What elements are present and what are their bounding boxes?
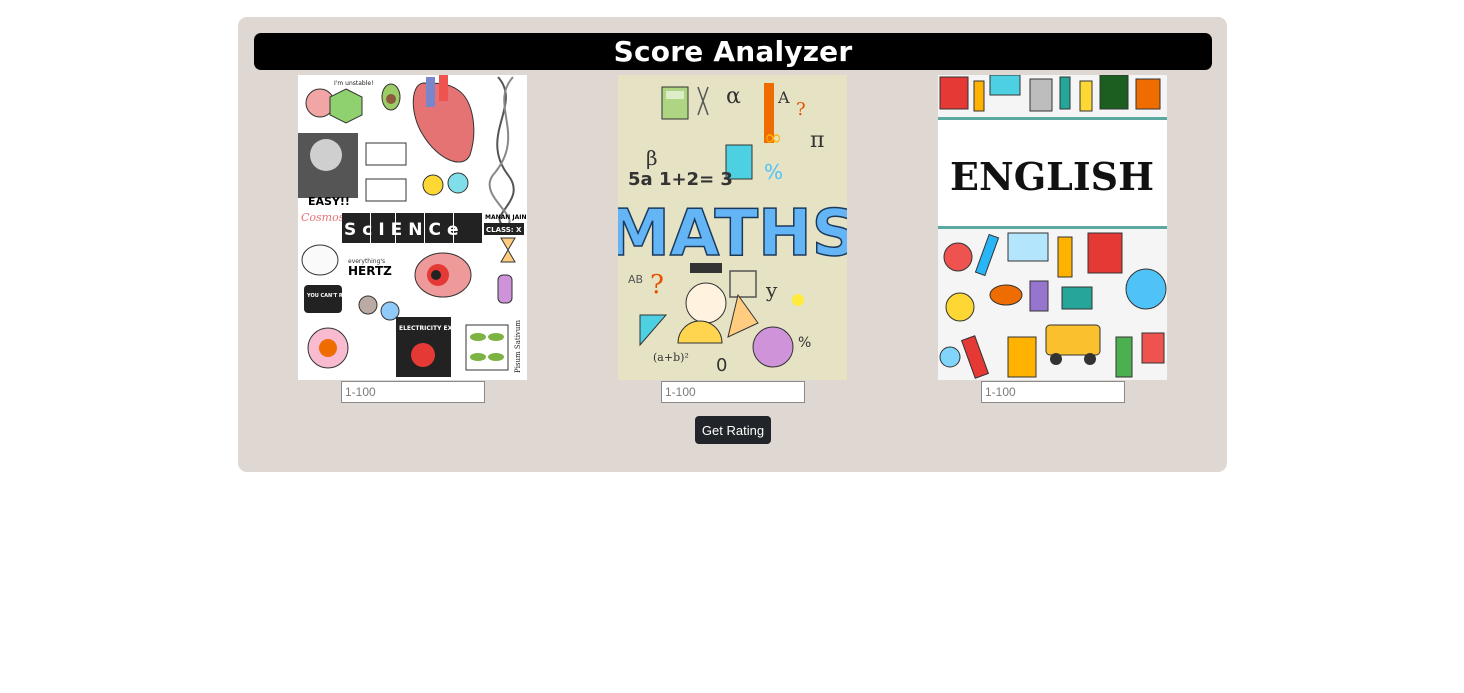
svg-text:A: A [777,88,790,107]
english-cover-text: ENGLISH [950,154,1154,199]
svg-text:β: β [646,146,658,170]
maths-score-input[interactable] [661,381,805,403]
svg-text:y: y [765,278,778,302]
resist-text: YOU CAN'T RESIST ME [306,293,369,299]
science-score-input[interactable] [341,381,485,403]
english-subject: ENGLISH [938,75,1167,403]
maths-cover-text: MATHS [618,197,847,271]
science-cover-text: ScIENCe [344,220,465,240]
svg-text:AB: AB [628,273,643,286]
electricity-text: ELECTRICITY EXPLAINED [399,325,481,332]
easy-text: EASY!! [308,195,350,208]
svg-text:∞: ∞ [764,126,782,151]
svg-text:?: ? [650,270,664,300]
unstable-text: I'm unstable! [334,80,374,87]
science-subject: I'm unstable! EASY!! Cosmos ScIENCe MANA… [298,75,527,403]
svg-text:%: % [798,335,811,351]
science-cover-image: I'm unstable! EASY!! Cosmos ScIENCe MANA… [298,75,527,380]
svg-text:α: α [726,84,741,109]
name-label: MANAN JAIN [485,214,527,221]
svg-text:(a+b)²: (a+b)² [653,351,689,364]
english-cover-image: ENGLISH [938,75,1167,380]
page-title: Score Analyzer [613,35,853,68]
maths-equation: 5a 1+2= 3 [628,169,733,190]
percent-symbol: % [764,160,783,184]
header-bar: Score Analyzer [254,33,1212,70]
svg-text:0: 0 [716,355,727,376]
class-label: CLASS: X [486,226,522,234]
maths-cover-image: α A ? π β ∞ % 5a 1+2= 3 MATHS AB ? y (a+… [618,75,847,380]
score-analyzer-card: Score Analyzer I'm unstable! EASY!! Cosm… [238,17,1227,472]
english-score-input[interactable] [981,381,1125,403]
pisum-text: Pisum Sativum [514,320,522,373]
hertz-text: HERTZ [348,264,392,278]
svg-text:?: ? [796,99,806,120]
pi-symbol: π [810,128,824,153]
maths-subject: α A ? π β ∞ % 5a 1+2= 3 MATHS AB ? y (a+… [618,75,847,403]
get-rating-button[interactable]: Get Rating [695,416,771,444]
cosmos-text: Cosmos [301,211,345,224]
